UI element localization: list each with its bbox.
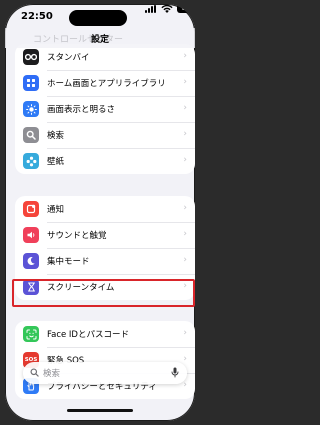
sounds-icon [23,227,39,243]
settings-group-notifications: 通知 › サウンドと触覚 › 集中モード › スクリーンタイム › [15,196,195,300]
notifications-icon [23,201,39,217]
settings-row-wallpaper[interactable]: 壁紙 › [15,148,195,174]
navigation-bar: コントロールセンター 設定 [5,28,195,48]
search-icon [30,368,39,377]
chevron-right-icon: › [183,77,187,87]
row-label: スタンバイ [47,53,90,63]
page-title: 設定 [90,35,109,45]
settings-row-screen-time[interactable]: スクリーンタイム › [15,274,195,300]
chevron-right-icon: › [183,51,187,61]
settings-row-display-brightness[interactable]: 画面表示と明るさ › [15,96,195,122]
row-label: 集中モード [47,257,90,267]
home-screen-icon [23,75,39,91]
settings-row-search[interactable]: 検索 › [15,122,195,148]
chevron-right-icon: › [183,203,187,213]
chevron-right-icon: › [183,380,187,390]
settings-row-notifications[interactable]: 通知 › [15,196,195,222]
chevron-right-icon: › [183,229,187,239]
status-bar: 22:50 81 [5,4,195,28]
chevron-right-icon: › [183,255,187,265]
microphone-icon[interactable] [171,367,179,378]
settings-row-sounds[interactable]: サウンドと触覚 › [15,222,195,248]
row-label: 通知 [47,205,65,215]
battery-icon: 81 [177,4,195,13]
chevron-right-icon: › [183,155,187,165]
row-label: ホーム画面とアプリライブラリ [47,79,166,89]
row-label: 壁紙 [47,157,65,167]
row-label: 画面表示と明るさ [47,105,116,115]
chevron-right-icon: › [183,129,187,139]
face-id-icon [23,326,39,342]
settings-row-focus[interactable]: 集中モード › [15,248,195,274]
home-indicator [67,409,133,412]
dynamic-island [69,10,127,26]
standby-icon [23,49,39,65]
signal-icon [145,5,157,13]
search-placeholder: 検索 [43,369,61,379]
chevron-right-icon: › [183,328,187,338]
row-label: スクリーンタイム [47,283,115,293]
hourglass-icon [23,279,39,295]
settings-group-display: スタンバイ › ホーム画面とアプリライブラリ › 画面表示と明るさ › 検索 › [15,44,195,174]
phone-screen: 22:50 81 コントロールセンター 設定 スタンバイ › ホーム画面とアプリ… [5,4,195,421]
wallpaper-icon [23,153,39,169]
row-label: サウンドと触覚 [47,231,107,241]
focus-moon-icon [23,253,39,269]
search-field[interactable]: 検索 [23,362,187,384]
search-icon [23,127,39,143]
wifi-icon [161,4,173,13]
settings-row-face-id[interactable]: Face IDとパスコード › [15,321,195,347]
chevron-right-icon: › [183,354,187,364]
status-time: 22:50 [21,11,53,22]
row-label: Face IDとパスコード [47,330,129,340]
settings-group-security: Face IDとパスコード › SOS 緊急 SOS › プライバシーとセキュリ… [15,321,195,399]
row-label: 検索 [47,131,65,141]
brightness-icon [23,101,39,117]
settings-row-home-screen[interactable]: ホーム画面とアプリライブラリ › [15,70,195,96]
chevron-right-icon: › [183,281,187,291]
chevron-right-icon: › [183,103,187,113]
